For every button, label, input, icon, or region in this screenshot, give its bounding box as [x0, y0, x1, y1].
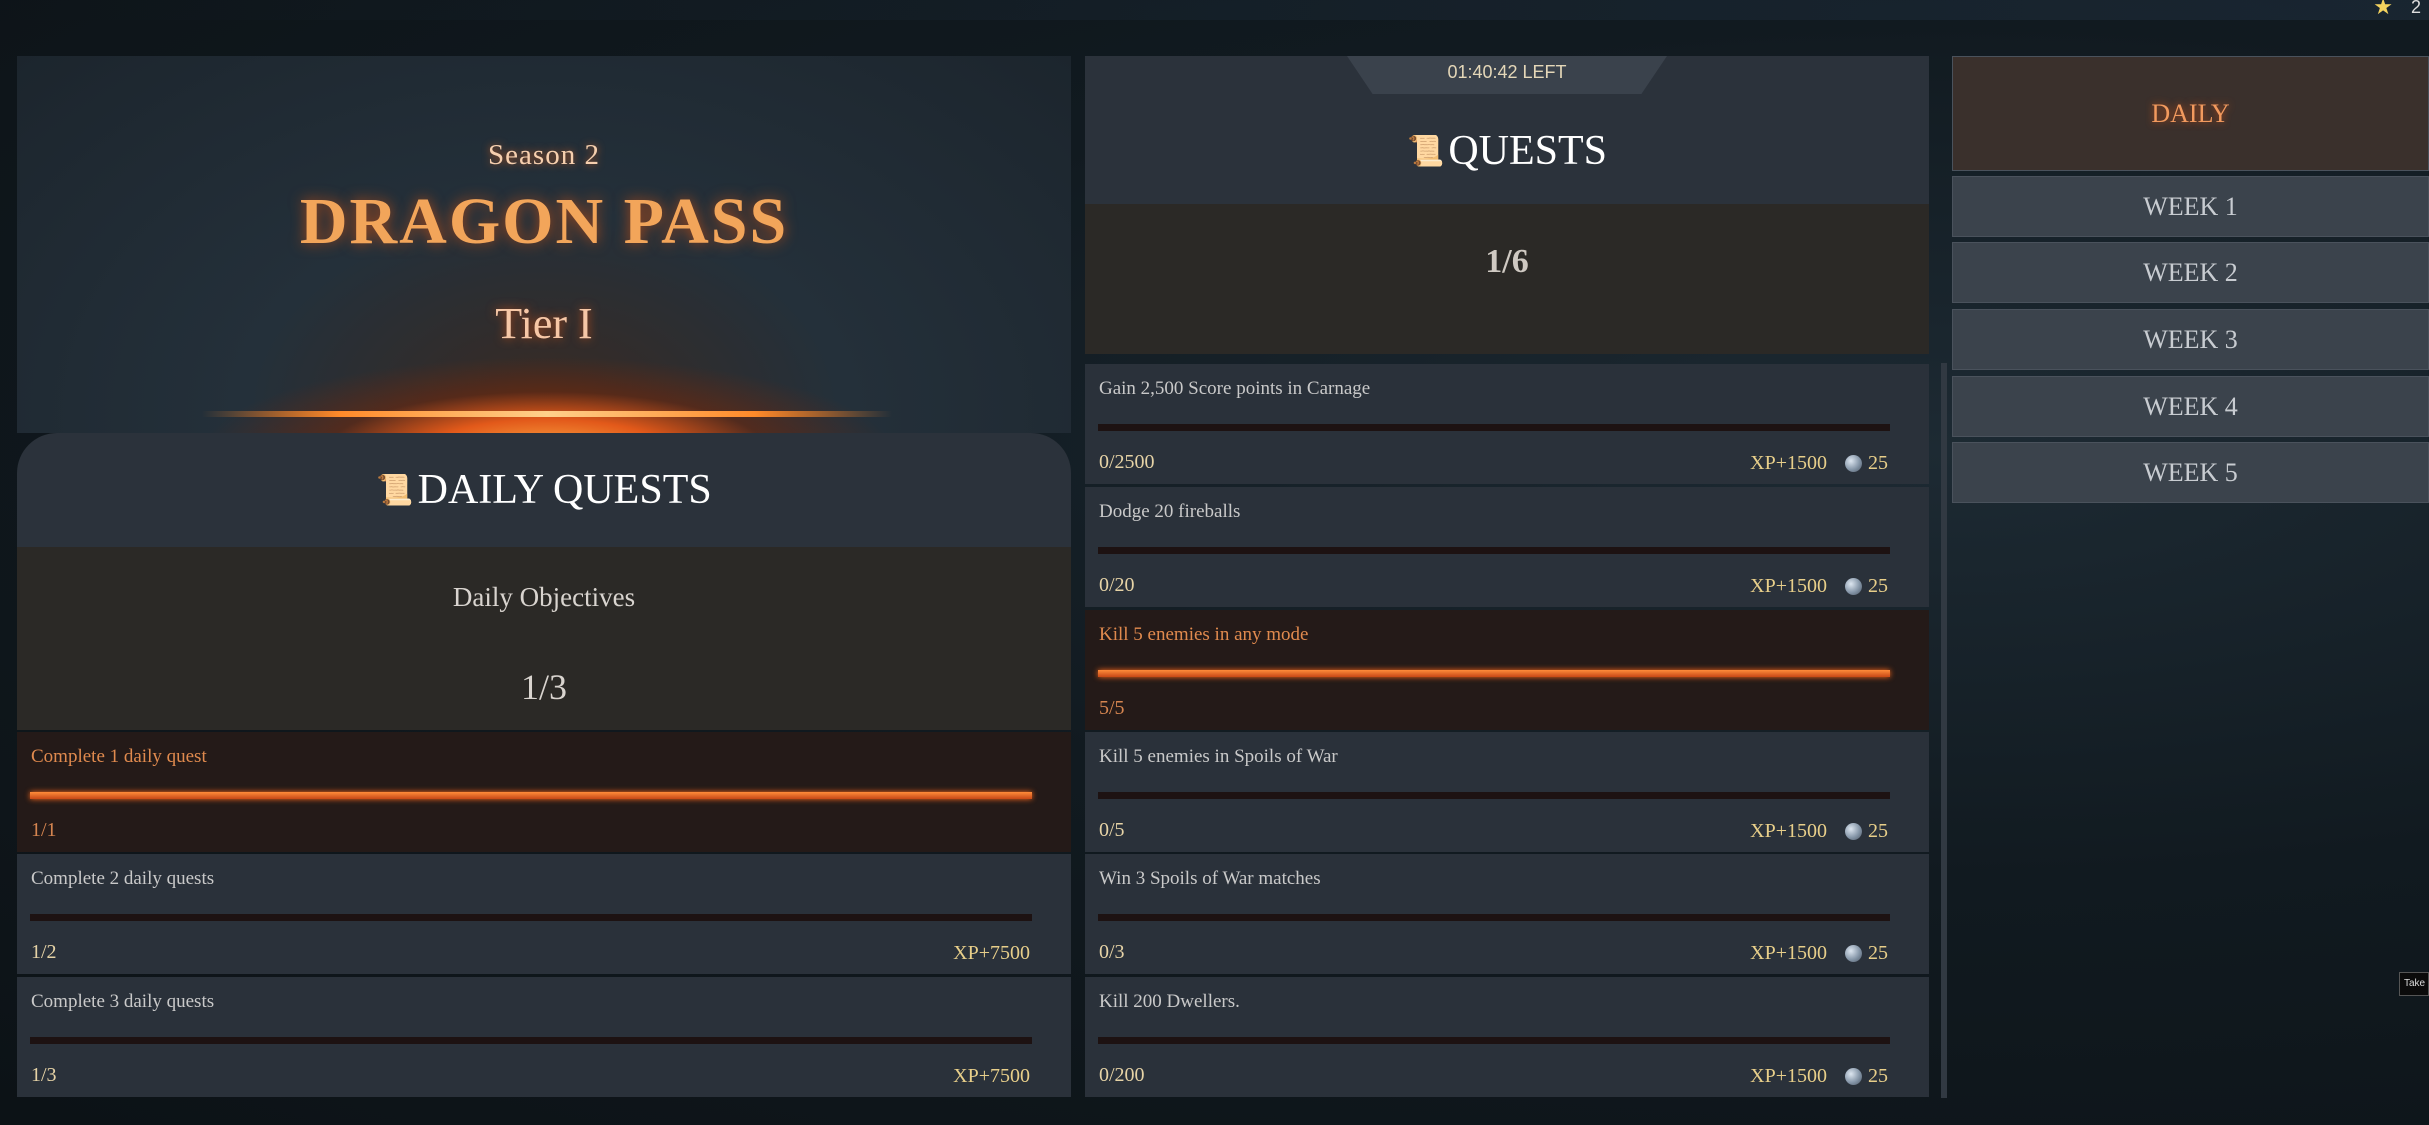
quest-name: Gain 2,500 Score points in Carnage [1099, 378, 1371, 399]
pass-title: DRAGON PASS [299, 185, 789, 258]
reward-xp: XP+7500 [953, 1065, 1030, 1087]
quest-progress-bar [1098, 670, 1890, 677]
quest-progress: 5/5 [1099, 697, 1125, 719]
daily-quest-row: Complete 3 daily quests 1/3 XP+7500 [17, 977, 1071, 1097]
quest-name: Win 3 Spoils of War matches [1099, 868, 1321, 889]
tab-label: WEEK 4 [2143, 391, 2238, 421]
quest-progress-bar [30, 792, 1032, 799]
quest-name: Complete 3 daily quests [31, 991, 215, 1012]
reward-xp: XP+1500 [1750, 575, 1827, 597]
quest-reward: XP+7500 [953, 942, 1030, 965]
reward-coins: 25 [1868, 820, 1888, 842]
quest-row: Dodge 20 fireballs 0/20 XP+1500 25 [1085, 487, 1929, 607]
quest-progress: 1/2 [31, 941, 57, 963]
quest-progress-bar [30, 1037, 1032, 1044]
quests-panel: 01:40:42 LEFT 📜 QUESTS 1/6 Gain 2,500 Sc… [1085, 56, 1947, 1099]
tab-label: WEEK 5 [2143, 457, 2238, 487]
dragon-pass-banner: Season 2 DRAGON PASS Tier I [17, 56, 1071, 433]
quest-progress-bar [1098, 424, 1890, 431]
quest-progress-fill [1098, 670, 1890, 677]
reward-xp: XP+1500 [1750, 1065, 1827, 1087]
tab-week-1[interactable]: WEEK 1 [1952, 176, 2429, 237]
quest-reward: XP+1500 25 [1750, 575, 1888, 598]
quest-name: Kill 200 Dwellers. [1099, 991, 1240, 1012]
quest-name: Complete 2 daily quests [31, 868, 215, 889]
quest-reward: XP+7500 [953, 1065, 1030, 1088]
tier-label: Tier I [495, 299, 593, 348]
quest-reward: XP+1500 25 [1750, 452, 1888, 475]
quest-progress-bar [1098, 1037, 1890, 1044]
reward-xp: XP+1500 [1750, 942, 1827, 964]
quest-progress-bar [1098, 914, 1890, 921]
coin-icon [1845, 945, 1862, 962]
tab-label: WEEK 2 [2143, 257, 2238, 287]
star-icon: ★ [2373, 0, 2393, 19]
star-count: 2 [2410, 0, 2421, 17]
reward-coins: 25 [1868, 575, 1888, 597]
quests-scrollbar[interactable] [1941, 363, 1947, 1098]
scroll-icon: 📜 [376, 473, 414, 507]
reward-coins: 25 [1868, 1065, 1888, 1087]
daily-objectives-progress: 1/3 [520, 667, 567, 707]
coin-icon [1845, 578, 1862, 595]
quest-row: Kill 5 enemies in any mode 5/5 [1085, 610, 1929, 730]
tab-week-2[interactable]: WEEK 2 [1952, 242, 2429, 303]
quest-progress-bar [1098, 547, 1890, 554]
edge-tooltip: Take [2399, 972, 2429, 996]
quest-progress: 1/3 [31, 1064, 57, 1086]
quest-name: Complete 1 daily quest [31, 746, 207, 767]
tab-daily[interactable]: DAILY [1952, 56, 2429, 171]
season-label: Season 2 [488, 139, 600, 171]
quest-progress-bar [1098, 792, 1890, 799]
coin-icon [1845, 455, 1862, 472]
ember-line [202, 411, 892, 417]
quest-reward: XP+1500 25 [1750, 820, 1888, 843]
daily-quests-title: DAILY QUESTS [417, 467, 712, 513]
quest-row: Kill 5 enemies in Spoils of War 0/5 XP+1… [1085, 732, 1929, 852]
quest-progress-fill [30, 792, 1032, 799]
top-bar: ★ 2 [0, 0, 2429, 20]
quest-reward: XP+1500 25 [1750, 1065, 1888, 1088]
quest-name: Kill 5 enemies in any mode [1099, 624, 1309, 645]
scroll-icon: 📜 [1406, 134, 1445, 168]
reward-xp: XP+1500 [1750, 820, 1827, 842]
quest-name: Kill 5 enemies in Spoils of War [1099, 746, 1338, 767]
tab-week-4[interactable]: WEEK 4 [1952, 376, 2429, 437]
reward-coins: 25 [1868, 452, 1888, 474]
quest-progress: 0/200 [1099, 1064, 1145, 1086]
reward-coins: 25 [1868, 942, 1888, 964]
scrollbar-thumb[interactable] [1941, 363, 1947, 1098]
reward-xp: XP+7500 [953, 942, 1030, 964]
quest-row: Gain 2,500 Score points in Carnage 0/250… [1085, 364, 1929, 484]
reward-xp: XP+1500 [1750, 452, 1827, 474]
quest-row: Win 3 Spoils of War matches 0/3 XP+1500 2… [1085, 854, 1929, 974]
quests-title: QUESTS [1448, 128, 1608, 174]
daily-quest-row: Complete 1 daily quest 1/1 [17, 732, 1071, 852]
ember-glow [197, 356, 897, 433]
quest-name: Dodge 20 fireballs [1099, 501, 1241, 522]
quest-progress: 0/5 [1099, 819, 1125, 841]
quest-timer: 01:40:42 LEFT [1447, 62, 1567, 82]
quest-progress: 0/20 [1099, 574, 1135, 596]
quest-reward: XP+1500 25 [1750, 942, 1888, 965]
quest-row: Kill 200 Dwellers. 0/200 XP+1500 25 [1085, 977, 1929, 1097]
tab-label: WEEK 1 [2143, 191, 2238, 221]
quest-progress-bar [30, 914, 1032, 921]
tab-week-3[interactable]: WEEK 3 [1952, 309, 2429, 370]
coin-icon [1845, 1068, 1862, 1085]
quests-header: 01:40:42 LEFT 📜 QUESTS [1085, 56, 1929, 204]
tab-label: DAILY [2151, 98, 2230, 128]
quest-progress: 1/1 [31, 819, 57, 841]
daily-objectives-label: Daily Objectives [452, 582, 636, 612]
quests-progress: 1/6 [1485, 243, 1529, 280]
quest-progress: 0/3 [1099, 941, 1125, 963]
daily-panel: Season 2 DRAGON PASS Tier I 📜 DAILY QUES… [17, 56, 1071, 1099]
daily-quest-row: Complete 2 daily quests 1/2 XP+7500 [17, 854, 1071, 974]
coin-icon [1845, 823, 1862, 840]
quest-progress: 0/2500 [1099, 451, 1155, 473]
tab-week-5[interactable]: WEEK 5 [1952, 442, 2429, 503]
tab-label: WEEK 3 [2143, 324, 2238, 354]
